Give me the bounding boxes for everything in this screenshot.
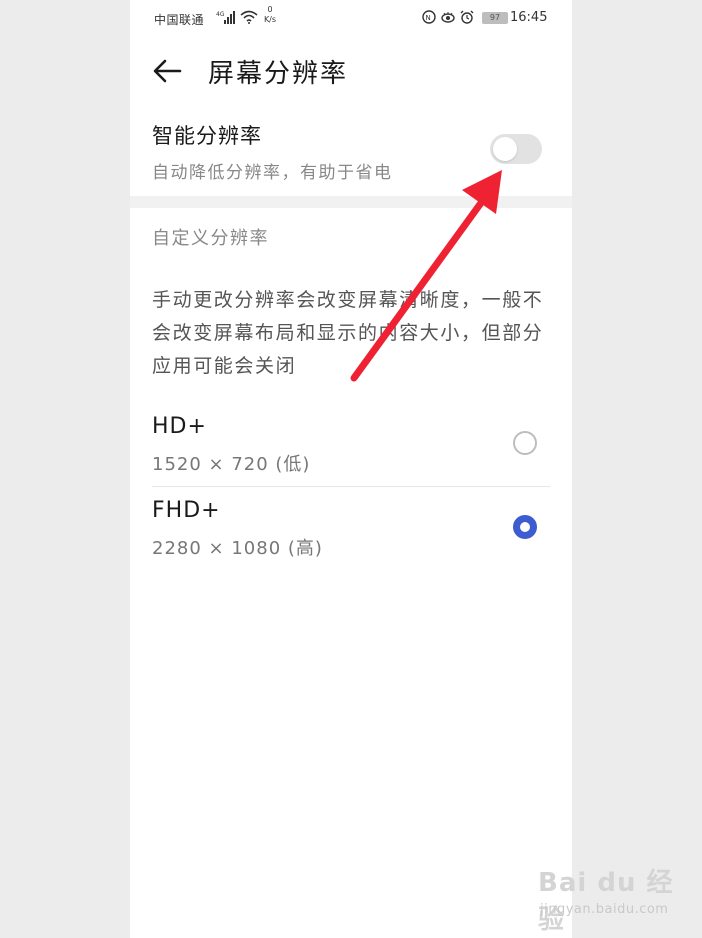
resolution-option-name: HD+ [152, 414, 207, 439]
eye-comfort-icon [441, 12, 455, 23]
svg-text:4G: 4G [216, 11, 225, 18]
page-header: 屏幕分辨率 [130, 45, 572, 95]
watermark-logo: Bai du 经验 [538, 868, 674, 935]
clock: 16:45 [510, 10, 548, 25]
resolution-option-fhd[interactable]: FHD+ 2280 × 1080 (高) [130, 486, 572, 568]
network-speed: 0 K/s [262, 5, 278, 25]
radio-button-hd[interactable] [513, 431, 537, 455]
toggle-knob [493, 137, 517, 161]
smart-resolution-toggle[interactable] [490, 134, 542, 164]
custom-resolution-description: 手动更改分辨率会改变屏幕清晰度，一般不会改变屏幕布局和显示的内容大小，但部分应用… [152, 289, 544, 377]
radio-button-fhd[interactable] [513, 515, 537, 539]
alarm-icon [460, 10, 474, 24]
resolution-option-detail: 1520 × 720 (低) [152, 454, 311, 475]
speed-unit: K/s [263, 15, 277, 24]
custom-resolution-heading: 自定义分辨率 [152, 228, 269, 249]
wifi-icon [240, 10, 258, 24]
watermark: Bai du 经验 jingyan.baidu.com [538, 862, 688, 935]
status-bar: 中国联通 4G 0 K/s N 97 16:45 [130, 0, 572, 36]
svg-text:N: N [426, 14, 431, 22]
signal-icon: 4G [216, 11, 235, 24]
resolution-option-detail: 2280 × 1080 (高) [152, 538, 323, 559]
speed-value: 0 [267, 5, 273, 14]
battery-icon: 97 [482, 12, 508, 24]
section-divider [130, 196, 572, 208]
carrier-label: 中国联通 [154, 13, 205, 27]
resolution-option-hd[interactable]: HD+ 1520 × 720 (低) [130, 402, 572, 484]
nfc-icon: N [422, 10, 436, 24]
smart-resolution-row[interactable]: 智能分辨率 自动降低分辨率，有助于省电 [130, 108, 572, 196]
watermark-url: jingyan.baidu.com [540, 902, 669, 917]
smart-resolution-subtitle: 自动降低分辨率，有助于省电 [152, 163, 393, 183]
phone-screen: 中国联通 4G 0 K/s N 97 16:45 屏幕分辨率 智能分辨率 自动降… [130, 0, 572, 938]
arrow-left-icon[interactable] [150, 53, 186, 89]
resolution-option-name: FHD+ [152, 498, 221, 523]
smart-resolution-title: 智能分辨率 [152, 124, 262, 148]
page-title: 屏幕分辨率 [208, 59, 349, 89]
